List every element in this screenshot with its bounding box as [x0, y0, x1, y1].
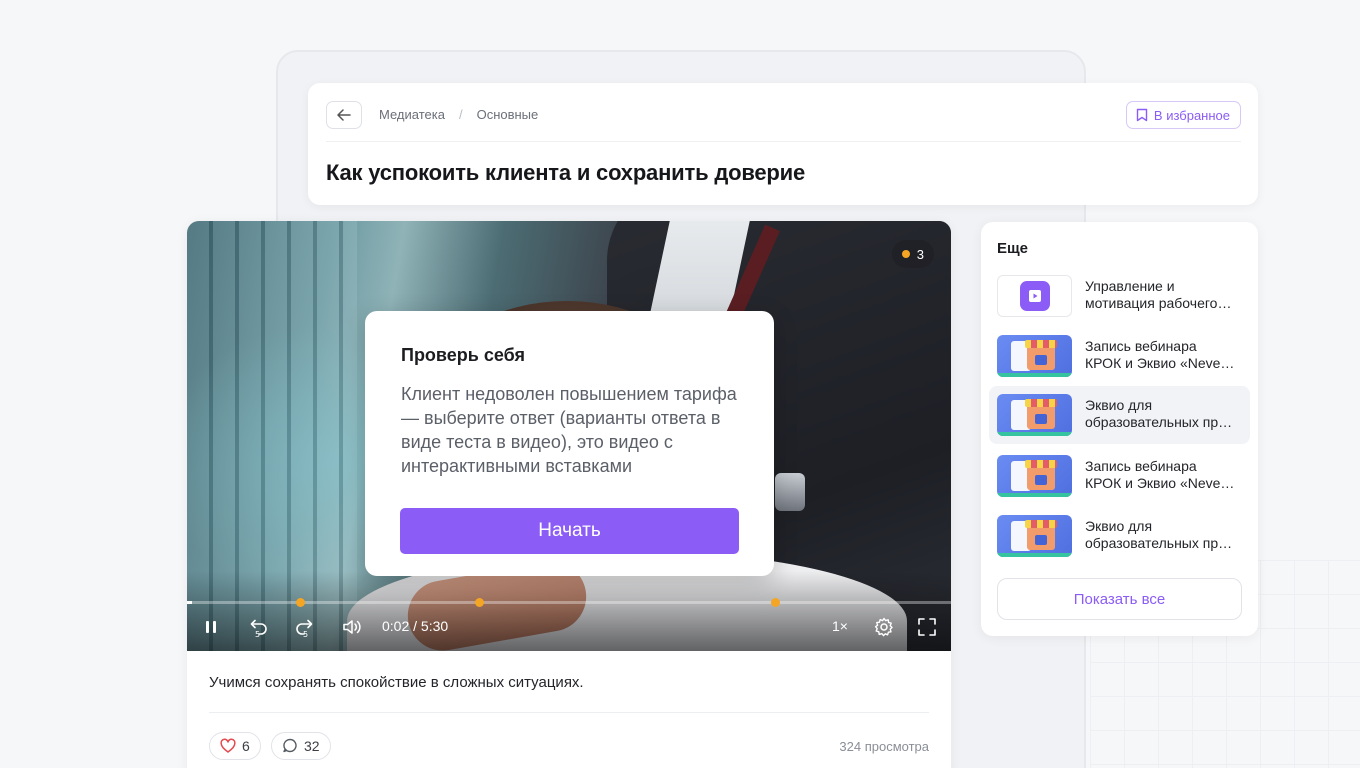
- progress-marker[interactable]: [475, 598, 484, 607]
- related-item-line2: образовательных пр…: [1085, 414, 1233, 430]
- related-item-line2: КРОК и Эквио «Neve…: [1085, 475, 1235, 491]
- svg-text:5: 5: [303, 630, 308, 638]
- like-button[interactable]: 6: [209, 732, 261, 760]
- quiz-title: Проверь себя: [401, 345, 525, 365]
- play-icon: [1019, 281, 1050, 311]
- time-display: 0:02 / 5:30: [382, 618, 449, 634]
- pause-icon: [206, 621, 216, 633]
- show-all-button[interactable]: Показать все: [997, 578, 1242, 620]
- header-card: Медиатека / Основные В избранное Как усп…: [308, 83, 1258, 205]
- related-item-line2: мотивация рабочего…: [1085, 295, 1232, 311]
- progress-marker[interactable]: [771, 598, 780, 607]
- related-item-line1: Управление и: [1085, 278, 1175, 294]
- related-item-title: Эквио для образовательных пр…: [1085, 518, 1245, 552]
- like-count: 6: [242, 738, 250, 754]
- related-item[interactable]: Эквио для образовательных пр…: [989, 507, 1250, 565]
- related-item[interactable]: Запись вебинара КРОК и Эквио «Neve…: [989, 327, 1250, 385]
- page-title: Как успокоить клиента и сохранить довери…: [326, 160, 805, 185]
- player-controls: 5 5 0:02 / 5:30 1×: [187, 612, 951, 642]
- rewind-5-button[interactable]: 5: [246, 615, 270, 639]
- video-frame[interactable]: 3 Проверь себя Клиент недоволен повышени…: [187, 221, 951, 651]
- fullscreen-button[interactable]: [915, 615, 939, 639]
- marker-dot-icon: [901, 250, 910, 258]
- bookmark-icon: [1136, 108, 1148, 122]
- related-item-active[interactable]: Эквио для образовательных пр…: [989, 386, 1250, 444]
- forward-5-icon: 5: [296, 619, 313, 638]
- related-title: Еще: [997, 240, 1029, 257]
- breadcrumb-item-library[interactable]: Медиатека: [379, 107, 445, 122]
- volume-button[interactable]: [340, 615, 364, 639]
- favorite-button[interactable]: В избранное: [1125, 101, 1241, 129]
- marker-count: 3: [916, 246, 924, 262]
- progress-fill: [187, 601, 192, 604]
- views-count: 324 просмотра: [839, 739, 929, 754]
- arrow-left-icon: [337, 109, 351, 121]
- related-item-title: Запись вебинара КРОК и Эквио «Neve…: [1085, 338, 1245, 372]
- comment-count: 32: [304, 738, 320, 754]
- related-thumb: [997, 275, 1072, 317]
- interactive-markers-badge: 3: [891, 240, 934, 268]
- breadcrumb-item-main[interactable]: Основные: [477, 107, 539, 122]
- related-item-line1: Запись вебинара: [1085, 338, 1197, 354]
- shop-illustration-icon: [997, 515, 1072, 557]
- comments-button[interactable]: 32: [271, 732, 331, 760]
- quiz-popup: Проверь себя Клиент недоволен повышением…: [365, 311, 774, 576]
- favorite-label: В избранное: [1153, 107, 1230, 123]
- player-card: 3 Проверь себя Клиент недоволен повышени…: [187, 221, 951, 768]
- breadcrumb-separator: /: [458, 107, 463, 122]
- video-description: Учимся сохранять спокойствие в сложных с…: [209, 674, 584, 691]
- related-item-title: Управление и мотивация рабочего…: [1085, 278, 1245, 312]
- related-item-title: Эквио для образовательных пр…: [1085, 397, 1245, 431]
- comment-icon: [283, 738, 297, 753]
- related-item-line1: Эквио для: [1085, 397, 1153, 413]
- volume-icon: [343, 620, 361, 634]
- breadcrumb: Медиатека / Основные: [379, 107, 538, 122]
- quiz-start-button[interactable]: Начать: [400, 508, 739, 554]
- shop-illustration-icon: [997, 455, 1072, 497]
- settings-button[interactable]: [872, 615, 896, 639]
- quiz-text: Клиент недоволен повышением тарифа — выб…: [401, 384, 737, 476]
- video-scene-watch: [775, 473, 805, 511]
- related-item-line2: образовательных пр…: [1085, 535, 1233, 551]
- svg-text:5: 5: [255, 630, 260, 638]
- related-item-line2: КРОК и Эквио «Neve…: [1085, 355, 1235, 371]
- back-button[interactable]: [326, 101, 362, 129]
- related-item-title: Запись вебинара КРОК и Эквио «Neve…: [1085, 458, 1245, 492]
- speed-button[interactable]: 1×: [832, 618, 848, 634]
- related-item-line1: Запись вебинара: [1085, 458, 1197, 474]
- related-item[interactable]: Запись вебинара КРОК и Эквио «Neve…: [989, 447, 1250, 505]
- shop-illustration-icon: [997, 394, 1072, 436]
- forward-5-button[interactable]: 5: [293, 615, 317, 639]
- pause-button[interactable]: [199, 615, 223, 639]
- description-divider: [209, 712, 929, 713]
- progress-marker[interactable]: [296, 598, 305, 607]
- related-item[interactable]: Управление и мотивация рабочего…: [989, 267, 1250, 325]
- header-divider: [326, 141, 1241, 142]
- related-videos-panel: Еще Управление и мотивация рабочего… Зап…: [981, 222, 1258, 636]
- related-item-line1: Эквио для: [1085, 518, 1153, 534]
- rewind-5-icon: 5: [250, 619, 267, 638]
- shop-illustration-icon: [997, 335, 1072, 377]
- gear-icon: [874, 617, 893, 637]
- heart-icon: [220, 738, 236, 753]
- fullscreen-icon: [918, 618, 936, 636]
